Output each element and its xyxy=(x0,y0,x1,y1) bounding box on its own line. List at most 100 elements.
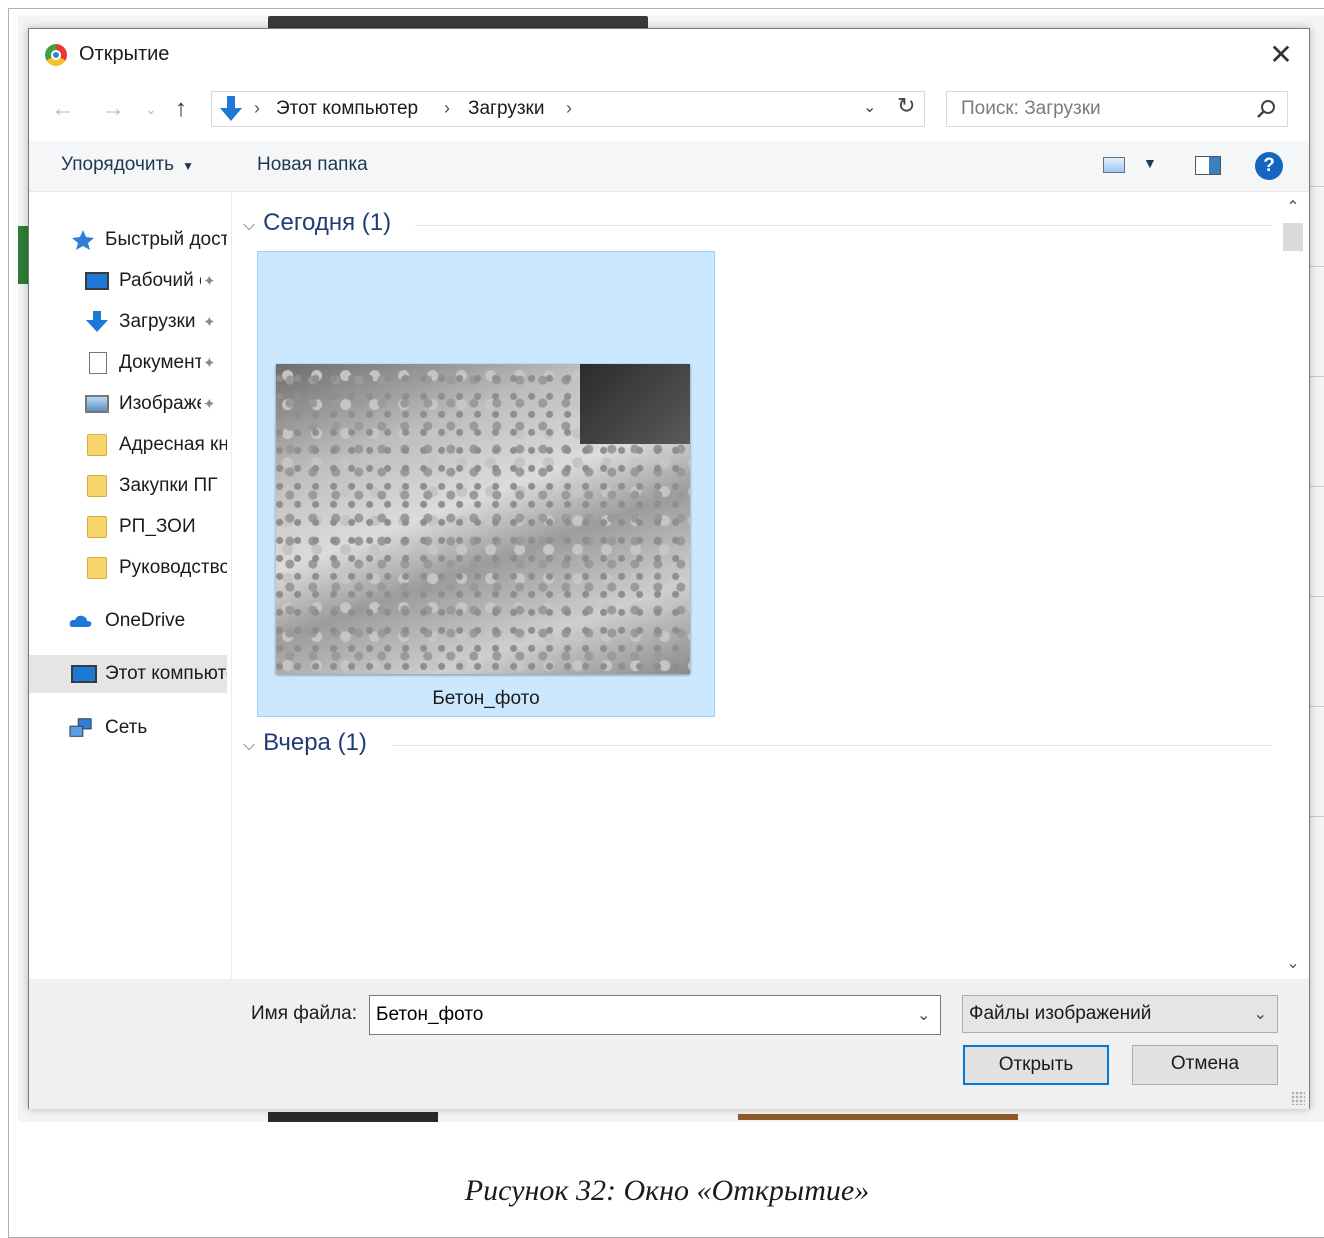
file-item[interactable]: Бетон_фото xyxy=(257,251,715,717)
sidebar-item-label: Загрузки xyxy=(119,311,196,332)
title-bar[interactable]: Открытие ✕ xyxy=(29,29,1309,81)
folder-icon xyxy=(87,557,107,579)
filename-label: Имя файла: xyxy=(251,1003,358,1024)
scroll-down-button[interactable]: ⌄ xyxy=(1281,953,1305,973)
sidebar-item-folder[interactable]: Руководство xyxy=(29,549,227,587)
chevron-down-icon: ⌄ xyxy=(145,101,157,117)
dialog-title: Открытие xyxy=(79,43,170,65)
chevron-down-icon: ⌄ xyxy=(917,1007,931,1024)
sidebar-item-label: Быстрый доступ xyxy=(105,229,227,250)
sidebar-item-this-pc[interactable]: Этот компьютер xyxy=(29,655,227,693)
folder-icon xyxy=(87,475,107,497)
breadcrumb-downloads[interactable]: Загрузки xyxy=(468,98,544,120)
sidebar-item-pictures[interactable]: Изображения ✦ xyxy=(29,385,227,423)
navigation-pane: Быстрый доступ Рабочий стол ✦ Загрузки ✦… xyxy=(29,191,232,979)
search-placeholder: Поиск: Загрузки xyxy=(961,98,1101,119)
chevron-down-icon: ⌄ xyxy=(863,99,877,116)
group-header-label: Сегодня (1) xyxy=(263,209,392,236)
organize-button[interactable]: Упорядочить ▼ xyxy=(61,154,194,176)
background-row-line xyxy=(1310,186,1324,187)
chrome-icon xyxy=(45,44,67,66)
sidebar-item-downloads[interactable]: Загрузки ✦ xyxy=(29,303,227,341)
refresh-icon: ↻ xyxy=(897,93,916,118)
filename-input[interactable] xyxy=(369,995,941,1035)
file-list: ⌵ Сегодня (1) Бетон_фото ⌵ Вчера (1) xyxy=(233,191,1281,979)
chevron-down-icon: ⌄ xyxy=(1253,1006,1267,1023)
background-footer-link xyxy=(738,1114,1018,1120)
sidebar-item-label: Сеть xyxy=(105,717,148,738)
address-bar[interactable]: › Этот компьютер › Загрузки › xyxy=(211,91,925,127)
new-folder-button[interactable]: Новая папка xyxy=(257,154,368,176)
sidebar-item-label: Адресная книга xyxy=(119,434,227,455)
search-box[interactable]: Поиск: Загрузки xyxy=(946,91,1288,127)
vertical-scrollbar[interactable]: ⌃ ⌄ xyxy=(1281,193,1305,979)
preview-pane-icon[interactable] xyxy=(1195,156,1221,175)
breadcrumb-separator: › xyxy=(566,98,572,118)
group-header-label: Вчера (1) xyxy=(263,729,367,756)
arrow-up-icon: ↑ xyxy=(175,95,187,122)
refresh-button[interactable]: ↻ xyxy=(897,93,915,119)
sidebar-item-label: Этот компьютер xyxy=(105,663,227,684)
arrow-left-icon: ← xyxy=(51,95,75,122)
sidebar-item-quick-access[interactable]: Быстрый доступ xyxy=(29,221,227,259)
forward-button[interactable]: → xyxy=(101,95,125,123)
network-icon xyxy=(69,718,92,737)
close-icon: ✕ xyxy=(1269,39,1293,70)
group-header-yesterday[interactable]: ⌵ Вчера (1) xyxy=(243,729,367,757)
sidebar-item-folder[interactable]: РП_ЗОИ xyxy=(29,508,227,546)
sidebar-item-folder[interactable]: Адресная книга xyxy=(29,426,227,464)
help-icon[interactable]: ? xyxy=(1255,152,1283,180)
close-button[interactable]: ✕ xyxy=(1263,37,1299,73)
sidebar-item-onedrive[interactable]: OneDrive xyxy=(29,602,227,640)
desktop-icon xyxy=(85,272,109,290)
sidebar-item-label: OneDrive xyxy=(105,610,186,631)
chevron-down-icon: ⌵ xyxy=(243,737,256,754)
download-icon xyxy=(220,96,242,121)
navigation-bar: ← → ⌄ ↑ › Этот компьютер › Загрузки › ⌄ … xyxy=(29,91,1309,129)
sidebar-item-label: Рабочий стол xyxy=(119,270,201,291)
caret-down-icon: ▼ xyxy=(182,159,194,173)
search-icon xyxy=(1257,100,1275,118)
command-toolbar: Упорядочить ▼ Новая папка ▼ ? xyxy=(29,141,1309,192)
chevron-down-icon: ⌄ xyxy=(1286,955,1300,972)
pictures-icon xyxy=(85,395,109,413)
group-divider xyxy=(415,225,1271,226)
pin-icon: ✦ xyxy=(203,396,216,413)
filetype-value: Файлы изображений xyxy=(969,1003,1152,1024)
breadcrumb-this-pc[interactable]: Этот компьютер xyxy=(276,98,418,120)
background-footer-text xyxy=(268,1112,438,1122)
change-view-icon[interactable] xyxy=(1103,157,1125,173)
background-row-line xyxy=(1310,596,1324,597)
open-file-dialog: Открытие ✕ ← → ⌄ ↑ › Этот компьютер › За… xyxy=(28,28,1310,1109)
dialog-footer: Имя файла: ⌄ Файлы изображений ⌄ Открыть… xyxy=(29,979,1309,1109)
recent-locations-button[interactable]: ⌄ xyxy=(145,95,157,123)
group-header-today[interactable]: ⌵ Сегодня (1) xyxy=(243,209,391,237)
background-row-line xyxy=(1310,706,1324,707)
sidebar-item-documents[interactable]: Документы ✦ xyxy=(29,344,227,382)
view-options-dropdown[interactable]: ▼ xyxy=(1143,155,1157,171)
open-button[interactable]: Открыть xyxy=(963,1045,1109,1085)
sidebar-item-network[interactable]: Сеть xyxy=(29,709,227,747)
filename-history-dropdown[interactable]: ⌄ xyxy=(917,1005,930,1025)
folder-icon xyxy=(87,434,107,456)
cloud-icon xyxy=(69,615,92,627)
breadcrumb-separator: › xyxy=(444,98,450,118)
sidebar-item-label: РП_ЗОИ xyxy=(119,516,196,537)
resize-grip-icon[interactable] xyxy=(1291,1091,1305,1105)
sidebar-item-desktop[interactable]: Рабочий стол ✦ xyxy=(29,262,227,300)
back-button[interactable]: ← xyxy=(51,95,75,123)
sidebar-item-label: Документы xyxy=(119,352,201,373)
background-row-line xyxy=(1310,266,1324,267)
up-button[interactable]: ↑ xyxy=(175,95,187,123)
sidebar-item-folder[interactable]: Закупки ПГ xyxy=(29,467,227,505)
breadcrumb-separator: › xyxy=(254,98,260,118)
background-row-line xyxy=(1310,816,1324,817)
chevron-down-icon: ⌵ xyxy=(243,217,256,234)
address-history-dropdown[interactable]: ⌄ xyxy=(863,97,876,117)
scrollbar-thumb[interactable] xyxy=(1283,223,1303,251)
background-header-text xyxy=(268,16,648,28)
scroll-up-button[interactable]: ⌃ xyxy=(1281,197,1305,217)
cancel-button[interactable]: Отмена xyxy=(1132,1045,1278,1085)
sidebar-item-label: Руководство xyxy=(119,557,227,578)
filetype-select[interactable]: Файлы изображений ⌄ xyxy=(962,995,1278,1033)
